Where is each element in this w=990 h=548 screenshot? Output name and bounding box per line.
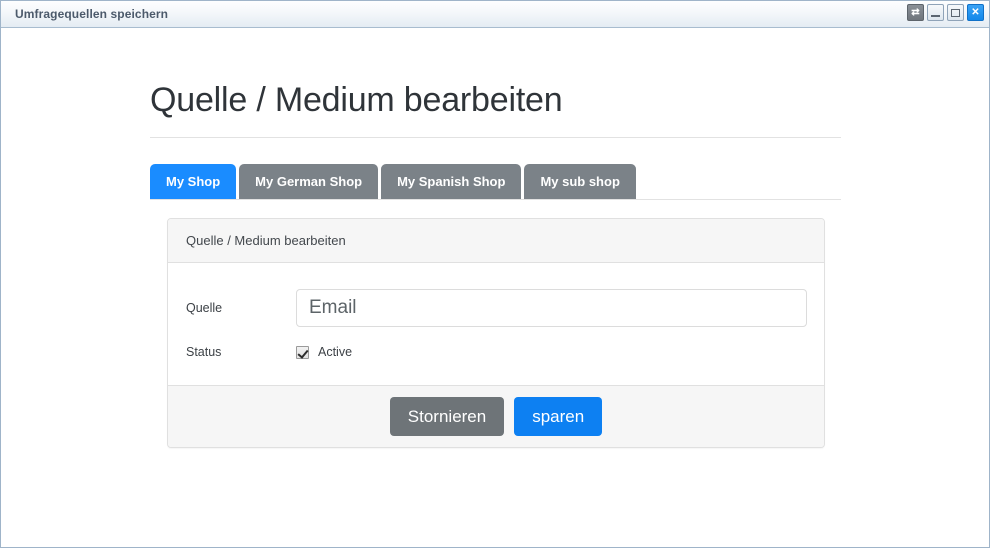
window-controls: ⇄ ✕ — [907, 4, 984, 21]
close-icon: ✕ — [971, 6, 980, 18]
status-label: Status — [186, 345, 222, 359]
minimize-button[interactable] — [927, 4, 944, 21]
page-title: Quelle / Medium bearbeiten — [150, 81, 563, 119]
restore-icon: ⇄ — [911, 6, 920, 18]
restore-button[interactable]: ⇄ — [907, 4, 924, 21]
page-content: Quelle / Medium bearbeiten My Shop My Ge… — [1, 28, 989, 547]
panel-footer: Stornieren sparen — [168, 385, 824, 447]
window-title: Umfragequellen speichern — [15, 7, 169, 21]
tab-label: My Shop — [166, 174, 221, 189]
save-button[interactable]: sparen — [514, 397, 603, 436]
source-field-wrap — [296, 289, 807, 327]
edit-source-panel: Quelle / Medium bearbeiten Quelle Status… — [167, 218, 825, 448]
tab-label: My Spanish Shop — [397, 174, 506, 189]
status-checkbox-wrap: Active — [296, 341, 806, 363]
tab-my-german-shop[interactable]: My German Shop — [239, 164, 379, 199]
status-field-wrap: Active — [296, 341, 806, 363]
tab-my-shop[interactable]: My Shop — [150, 164, 237, 199]
window-titlebar: Umfragequellen speichern ⇄ ✕ — [1, 1, 989, 28]
maximize-button[interactable] — [947, 4, 964, 21]
close-button[interactable]: ✕ — [967, 4, 984, 21]
status-field-row: Status Active — [186, 341, 806, 363]
active-checkbox-label: Active — [318, 345, 353, 359]
tabs-underline — [150, 199, 841, 200]
panel-body: Quelle Status Active — [168, 263, 824, 385]
application-window: Umfragequellen speichern ⇄ ✕ Quelle / Me… — [0, 0, 990, 548]
tab-label: My German Shop — [255, 174, 363, 189]
panel-header: Quelle / Medium bearbeiten — [168, 219, 824, 263]
active-checkbox[interactable] — [296, 345, 309, 359]
source-input[interactable] — [296, 289, 807, 327]
minimize-icon — [931, 14, 940, 17]
tab-label: My sub shop — [540, 174, 620, 189]
title-divider — [150, 137, 841, 138]
tab-my-spanish-shop[interactable]: My Spanish Shop — [381, 164, 522, 199]
cancel-button[interactable]: Stornieren — [389, 397, 505, 436]
source-label: Quelle — [186, 301, 223, 315]
maximize-icon — [951, 8, 960, 17]
tab-my-sub-shop[interactable]: My sub shop — [524, 164, 636, 199]
shop-tabs: My Shop My German Shop My Spanish Shop M… — [150, 164, 841, 199]
panel-header-title: Quelle / Medium bearbeiten — [186, 233, 346, 248]
source-field-row: Quelle — [186, 289, 807, 327]
